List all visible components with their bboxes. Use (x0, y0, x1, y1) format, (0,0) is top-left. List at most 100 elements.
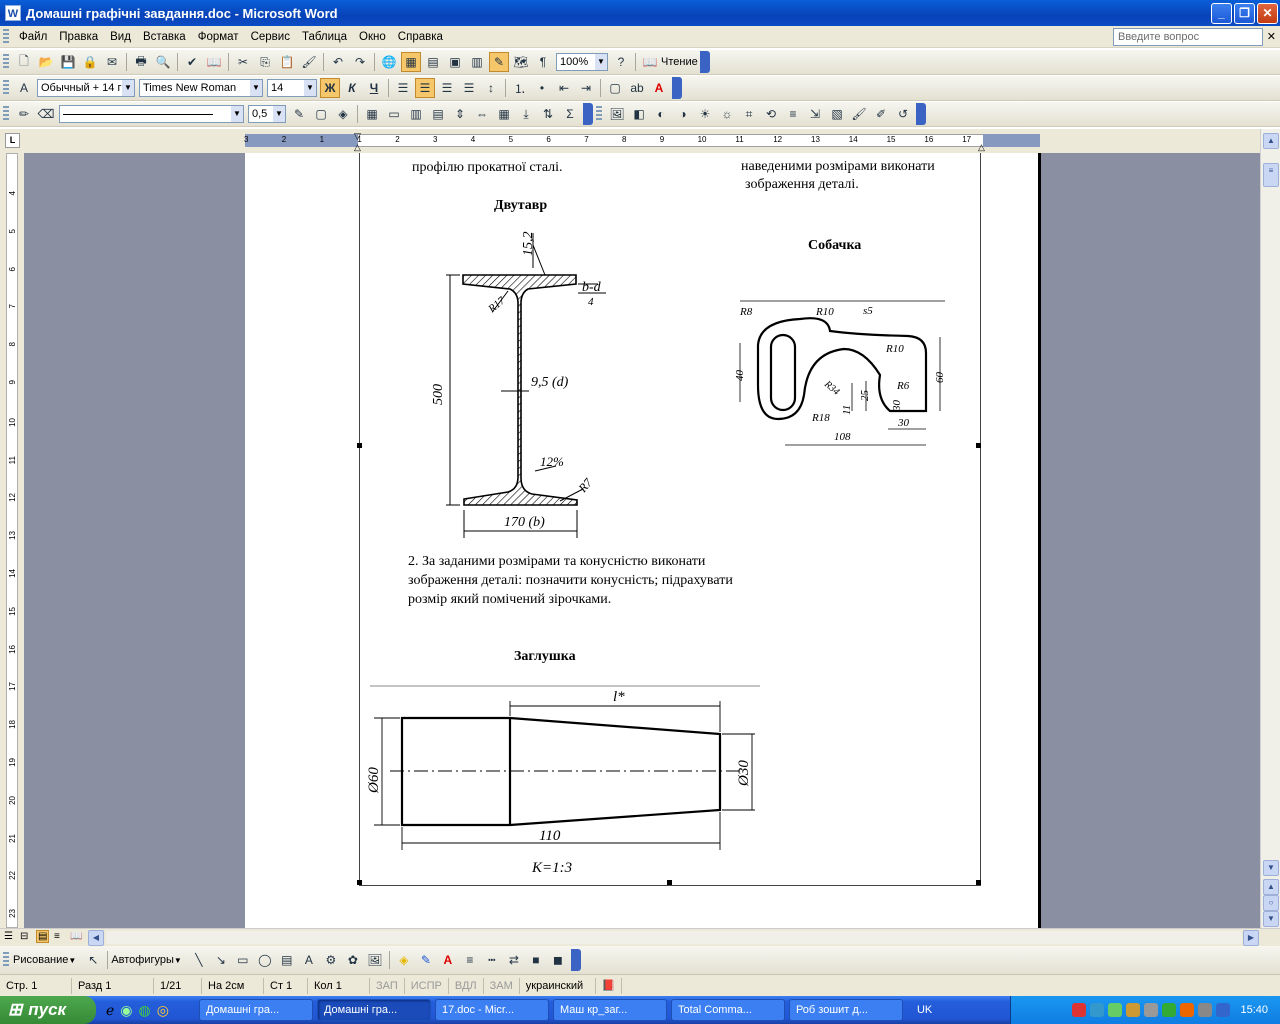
research-icon[interactable]: 📖 (204, 52, 224, 72)
numbering-icon[interactable]: ⒈ (510, 78, 530, 98)
normal-view-icon[interactable]: ☰ (4, 931, 13, 942)
print-preview-icon[interactable]: 🔍 (153, 52, 173, 72)
tray-icon[interactable] (1216, 1003, 1231, 1017)
select-objects-icon[interactable]: ↖ (83, 950, 103, 970)
outside-border-icon[interactable]: ▢ (311, 104, 331, 124)
line-style2-icon[interactable]: ≡ (460, 950, 480, 970)
zoom-select[interactable]: 100% ▼ (556, 53, 608, 71)
sort-icon[interactable]: ⇅ (538, 104, 558, 124)
tray-icon[interactable] (1180, 1003, 1195, 1017)
close-button[interactable]: ✕ (1257, 3, 1278, 24)
start-button[interactable]: ⊞ пуск (0, 996, 96, 1024)
cut-icon[interactable]: ✂ (233, 52, 253, 72)
merge-cells-icon[interactable]: ▭ (384, 104, 404, 124)
copy-icon[interactable]: ⎘ (255, 52, 275, 72)
scroll-up-button[interactable]: ▲ (1263, 133, 1279, 149)
toolbar-grip[interactable] (3, 106, 9, 122)
drawing-icon[interactable]: ✎ (489, 52, 509, 72)
status-rec[interactable]: ЗАП (370, 977, 405, 994)
autosum-icon[interactable]: Σ (560, 104, 580, 124)
italic-button[interactable]: К (342, 78, 362, 98)
text-direction-icon[interactable]: ⤓ (516, 104, 536, 124)
draw-table-icon[interactable]: ✏ (14, 104, 34, 124)
resize-handle[interactable] (667, 880, 672, 885)
resize-handle[interactable] (357, 443, 362, 448)
new-document-icon[interactable]: 🗋 (14, 52, 34, 72)
clipart-icon[interactable]: ✿ (343, 950, 363, 970)
more-brightness-icon[interactable]: ☀ (695, 104, 715, 124)
tray-icon[interactable] (1144, 1003, 1159, 1017)
wordart-icon[interactable]: A (299, 950, 319, 970)
minimize-button[interactable]: _ (1211, 3, 1232, 24)
ie-icon[interactable]: ℯ (106, 1002, 114, 1019)
scroll-down-button[interactable]: ▼ (1263, 860, 1279, 876)
tables-borders-icon[interactable]: ▦ (401, 52, 421, 72)
toolbar-options-icon[interactable] (699, 51, 710, 73)
picture-icon[interactable]: 🖼 (365, 950, 385, 970)
horizontal-ruler[interactable]: L 3 2 1 1 2 3 4 5 6 7 8 9 10 11 12 13 14 15 16 17 ▽ △ △ (0, 129, 1280, 153)
vertical-scrollbar[interactable]: ▲ ≡ ▼ ▲ ○ ▼ (1260, 129, 1280, 928)
vertical-ruler[interactable]: 456789101112131415161718192021222324 (0, 153, 24, 956)
highlight-icon[interactable]: ab (627, 78, 647, 98)
status-language[interactable]: украинский (520, 977, 596, 994)
insert-excel-icon[interactable]: ▣ (445, 52, 465, 72)
font-color-icon[interactable]: A (649, 78, 669, 98)
menu-help[interactable]: Справка (392, 31, 449, 43)
font-size-select[interactable]: 14 ▼ (267, 79, 317, 97)
insert-table-icon[interactable]: ▤ (423, 52, 443, 72)
font-color2-icon[interactable]: A (438, 950, 458, 970)
tray-icon[interactable] (1072, 1003, 1087, 1017)
toolbar-options-icon[interactable] (672, 77, 682, 99)
menu-edit[interactable]: Правка (53, 31, 104, 43)
menu-view[interactable]: Вид (104, 31, 137, 43)
scroll-right-button[interactable]: ▶ (1243, 930, 1259, 946)
bullets-icon[interactable]: • (532, 78, 552, 98)
permission-icon[interactable]: 🔒 (80, 52, 100, 72)
open-icon[interactable]: 📂 (36, 52, 56, 72)
redo-icon[interactable]: ↷ (350, 52, 370, 72)
document-map-icon[interactable]: 🗺 (511, 52, 531, 72)
word-app-icon[interactable]: W (5, 5, 21, 21)
hyperlink-icon[interactable]: 🌐 (379, 52, 399, 72)
first-line-indent-marker[interactable]: ▽ (354, 131, 361, 142)
line-spacing-icon[interactable]: ↕ (481, 78, 501, 98)
text-wrapping-icon[interactable]: ▧ (827, 104, 847, 124)
increase-indent-icon[interactable]: ⇥ (576, 78, 596, 98)
shading-icon[interactable]: ◈ (333, 104, 353, 124)
reading-button[interactable]: Чтение (661, 56, 698, 68)
taskbar-button-3[interactable]: 17.doc - Micr... (434, 999, 549, 1021)
outline-view-icon[interactable]: ≡ (54, 931, 60, 942)
taskbar-button-2[interactable]: Домашні гра... (316, 999, 431, 1021)
read-icon[interactable]: 📖 (640, 52, 660, 72)
scroll-left-button[interactable]: ◀ (88, 930, 104, 946)
status-trk[interactable]: ИСПР (405, 977, 449, 994)
print-layout-icon[interactable]: ▤ (36, 930, 50, 943)
line-weight-select[interactable]: 0,5 ▼ (248, 105, 286, 123)
rectangle-tool-icon[interactable]: ▭ (233, 950, 253, 970)
format-painter-icon[interactable]: 🖌 (299, 52, 319, 72)
undo-icon[interactable]: ↶ (328, 52, 348, 72)
menu-tools[interactable]: Сервис (245, 31, 296, 43)
autoshapes-menu-button[interactable]: Автофигуры (111, 954, 174, 966)
right-indent-marker[interactable]: △ (978, 142, 985, 153)
autoformat-icon[interactable]: ▦ (494, 104, 514, 124)
toolbar-grip[interactable] (3, 952, 9, 968)
taskbar-button-6[interactable]: Роб зошит д... (788, 999, 903, 1021)
taskbar-button-5[interactable]: Total Comma... (670, 999, 785, 1021)
line-style-select[interactable]: ▼ (59, 105, 244, 123)
distribute-cols-icon[interactable]: ⇔ (472, 104, 492, 124)
columns-icon[interactable]: ▥ (467, 52, 487, 72)
resize-handle[interactable] (976, 443, 981, 448)
menu-file[interactable]: Файл (13, 31, 53, 43)
web-view-icon[interactable]: ⊟ (20, 931, 28, 942)
next-page-button[interactable]: ▼ (1263, 911, 1279, 927)
more-contrast-icon[interactable]: ◐ (651, 104, 671, 124)
toolbar-options-icon[interactable] (916, 103, 926, 125)
align-center-icon[interactable]: ☰ (415, 78, 435, 98)
status-ext[interactable]: ВДЛ (449, 977, 484, 994)
styles-pane-icon[interactable]: A (14, 78, 34, 98)
document-page[interactable]: профілю прокатної сталі. наведеними розм… (245, 153, 1041, 928)
close-doc-icon[interactable]: ✕ (1267, 30, 1276, 43)
border-icon[interactable]: ▢ (605, 78, 625, 98)
insert-picture-icon[interactable]: 🖼 (607, 104, 627, 124)
